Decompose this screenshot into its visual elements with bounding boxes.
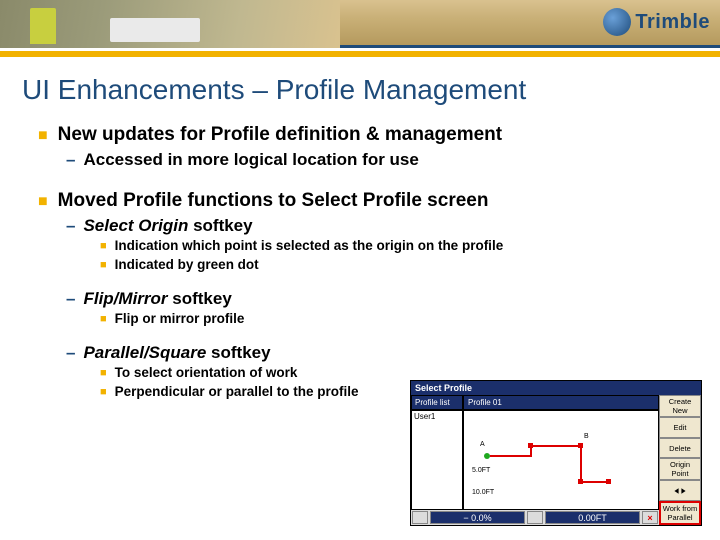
embedded-screenshot: Select Profile Profile list User1 Profil… bbox=[410, 380, 702, 526]
square-bullet-icon: ■ bbox=[100, 365, 107, 382]
square-bullet-icon: ■ bbox=[100, 384, 107, 401]
dimension-label: 5.0FT bbox=[472, 467, 490, 474]
dimension-label: 10.0FT bbox=[472, 489, 494, 496]
status-distance: 0.00FT bbox=[545, 511, 640, 524]
dash-bullet-icon: – bbox=[66, 289, 75, 309]
status-icon bbox=[412, 511, 428, 524]
profile-line bbox=[490, 455, 530, 457]
profile-name: Profile 01 bbox=[463, 395, 659, 410]
left-panel: Profile list User1 bbox=[411, 395, 463, 525]
profile-point bbox=[606, 479, 611, 484]
bullet-l1: ■ Moved Profile functions to Select Prof… bbox=[38, 190, 720, 214]
trimble-logo: Trimble bbox=[603, 8, 710, 36]
content: ■ New updates for Profile definition & m… bbox=[38, 124, 720, 401]
square-bullet-icon: ■ bbox=[38, 190, 48, 214]
profile-line bbox=[580, 445, 582, 481]
bullet-text: Parallel/Square softkey bbox=[83, 343, 270, 363]
window-title: Select Profile bbox=[411, 381, 701, 395]
square-bullet-icon: ■ bbox=[100, 238, 107, 255]
profile-line bbox=[530, 445, 580, 447]
square-bullet-icon: ■ bbox=[100, 311, 107, 328]
bullet-text: Perpendicular or parallel to the profile bbox=[115, 384, 359, 399]
parallel-button[interactable]: Work from Parallel bbox=[659, 501, 701, 525]
logo-text: Trimble bbox=[635, 11, 710, 34]
bullet-text: Moved Profile functions to Select Profil… bbox=[58, 190, 489, 212]
square-bullet-icon: ■ bbox=[38, 124, 48, 148]
slide-title: UI Enhancements – Profile Management bbox=[22, 74, 720, 106]
profile-list[interactable]: User1 bbox=[411, 410, 463, 525]
bullet-text: Accessed in more logical location for us… bbox=[83, 150, 418, 170]
flip-mirror-button[interactable] bbox=[659, 480, 701, 501]
bullet-l2: – Select Origin softkey bbox=[66, 216, 720, 236]
bullet-l2: – Accessed in more logical location for … bbox=[66, 150, 720, 170]
accent-stripe bbox=[0, 51, 720, 57]
profile-line bbox=[580, 481, 608, 483]
edit-button[interactable]: Edit bbox=[659, 417, 701, 438]
status-bar: − 0.0% 0.00FT × bbox=[411, 509, 659, 525]
slide: Trimble UI Enhancements – Profile Manage… bbox=[0, 0, 720, 540]
square-bullet-icon: ■ bbox=[100, 257, 107, 274]
header-bar: Trimble bbox=[0, 0, 720, 48]
dash-bullet-icon: – bbox=[66, 343, 75, 363]
status-icon bbox=[527, 511, 543, 524]
dash-bullet-icon: – bbox=[66, 150, 75, 170]
bullet-text: Indication which point is selected as th… bbox=[115, 238, 504, 253]
list-item[interactable]: User1 bbox=[414, 412, 460, 421]
flip-icon bbox=[673, 486, 687, 496]
softkey-panel: Create New Edit Delete Origin Point Work… bbox=[659, 395, 701, 525]
close-button[interactable]: × bbox=[642, 511, 658, 524]
globe-icon bbox=[603, 8, 631, 36]
bullet-l3: ■ Indication which point is selected as … bbox=[100, 238, 720, 255]
point-label: A bbox=[480, 441, 485, 448]
bullet-text: To select orientation of work bbox=[115, 365, 298, 380]
origin-point-button[interactable]: Origin Point bbox=[659, 458, 701, 480]
bullet-l3: ■ Flip or mirror profile bbox=[100, 311, 720, 328]
mid-panel: Profile 01 A B 5.0FT 10.0FT bbox=[463, 395, 659, 525]
bullet-l3: ■ Indicated by green dot bbox=[100, 257, 720, 274]
bullet-l2: – Parallel/Square softkey bbox=[66, 343, 720, 363]
header-photo bbox=[0, 0, 340, 48]
bullet-l1: ■ New updates for Profile definition & m… bbox=[38, 124, 720, 148]
point-label: B bbox=[584, 433, 589, 440]
delete-button[interactable]: Delete bbox=[659, 438, 701, 459]
bullet-text: Flip or mirror profile bbox=[115, 311, 245, 326]
status-grade: − 0.0% bbox=[430, 511, 525, 524]
bullet-text: Select Origin softkey bbox=[83, 216, 252, 236]
bullet-text: New updates for Profile definition & man… bbox=[58, 124, 502, 146]
bullet-text: Flip/Mirror softkey bbox=[83, 289, 231, 309]
create-new-button[interactable]: Create New bbox=[659, 395, 701, 417]
profile-canvas[interactable]: A B 5.0FT 10.0FT bbox=[463, 410, 659, 525]
profile-list-tab[interactable]: Profile list bbox=[411, 395, 463, 410]
screenshot-body: Profile list User1 Profile 01 bbox=[411, 395, 701, 525]
bullet-l2: – Flip/Mirror softkey bbox=[66, 289, 720, 309]
bullet-text: Indicated by green dot bbox=[115, 257, 259, 272]
dash-bullet-icon: – bbox=[66, 216, 75, 236]
